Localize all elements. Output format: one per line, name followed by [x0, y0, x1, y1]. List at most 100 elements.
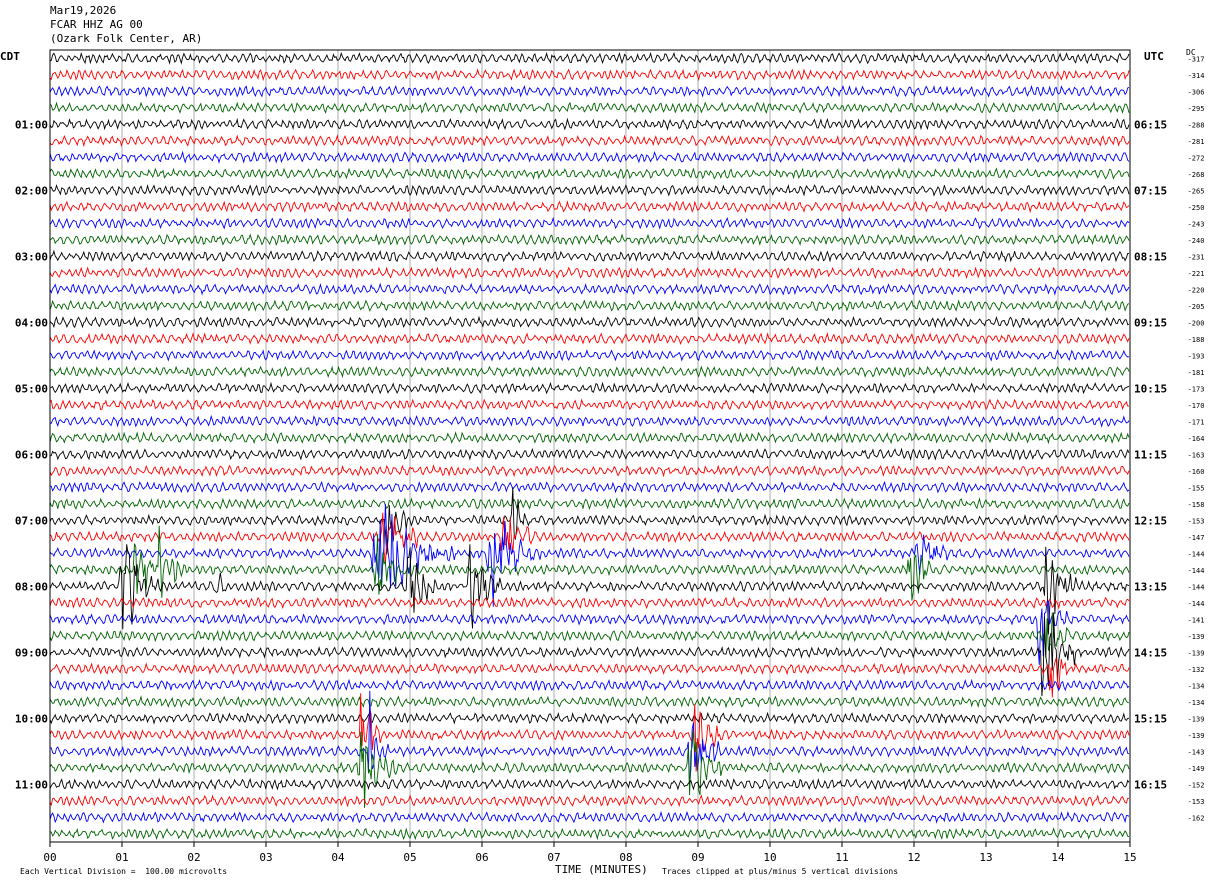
- utc-hour-label: 13:15: [1134, 580, 1167, 593]
- trace-line: [49, 51, 1130, 65]
- plot-date: Mar19,2026: [50, 4, 117, 17]
- dc-offset-label: -163: [1188, 451, 1205, 459]
- trace-line: [49, 299, 1130, 313]
- trace-line: [49, 184, 1130, 197]
- trace-line: [49, 167, 1130, 180]
- trace-line: [49, 794, 1130, 808]
- minute-grid: [121, 50, 1059, 842]
- x-tick-label: 13: [979, 851, 992, 864]
- trace-line: [49, 612, 1130, 697]
- trace-line: [49, 487, 1130, 555]
- dc-offset-label: -288: [1188, 121, 1205, 129]
- trace-line: [49, 464, 1130, 478]
- cdt-hour-label: 10:00: [15, 712, 48, 725]
- trace-line: [49, 431, 1130, 445]
- trace-line: [49, 282, 1130, 296]
- dc-offset-label: -250: [1188, 204, 1205, 212]
- trace-line: [49, 68, 1130, 82]
- x-tick-label: 09: [691, 851, 704, 864]
- dc-offset-label: -144: [1188, 550, 1205, 558]
- dc-offset-label: -143: [1188, 748, 1205, 756]
- dc-offset-label: -314: [1188, 72, 1205, 80]
- x-tick-label: 05: [403, 851, 416, 864]
- trace-line: [49, 249, 1129, 263]
- dc-offset-label: -132: [1188, 666, 1205, 674]
- trace-line: [49, 414, 1130, 428]
- utc-hour-label: 07:15: [1134, 184, 1167, 197]
- dc-offset-label: -240: [1188, 237, 1205, 245]
- utc-hour-label: 06:15: [1134, 118, 1167, 131]
- utc-hour-label: 09:15: [1134, 316, 1167, 329]
- trace-line: [49, 810, 1130, 824]
- dc-offset-label: -193: [1188, 352, 1205, 360]
- dc-offset-label: -295: [1188, 105, 1205, 113]
- trace-line: [49, 332, 1130, 346]
- utc-hour-label: 16:15: [1134, 778, 1167, 791]
- cdt-hour-label: 09:00: [15, 646, 48, 659]
- dc-offset-label: -153: [1188, 517, 1205, 525]
- x-axis-title: TIME (MINUTES): [555, 863, 648, 876]
- dc-offset-label: -200: [1188, 319, 1205, 327]
- trace-line: [49, 365, 1130, 379]
- x-tick-label: 00: [43, 851, 56, 864]
- trace-line: [49, 200, 1130, 214]
- dc-offset-label: -268: [1188, 171, 1205, 179]
- dc-offset-label: -134: [1188, 699, 1205, 707]
- x-tick-label: 15: [1123, 851, 1136, 864]
- utc-hour-label: 15:15: [1134, 712, 1167, 725]
- dc-offset-label: -144: [1188, 567, 1205, 575]
- axis-labels: 00 01 02 03 04 05 06 07 08 09 10 11 12 13 14 15-317-314…: [15, 55, 1205, 864]
- dc-offset-label: -147: [1188, 534, 1205, 542]
- dc-offset-label: -155: [1188, 484, 1205, 492]
- dc-offset-label: -281: [1188, 138, 1205, 146]
- cdt-hour-label: 11:00: [15, 778, 48, 791]
- dc-offset-label: -272: [1188, 154, 1205, 162]
- dc-offset-label: -149: [1188, 765, 1205, 773]
- trace-line: [49, 730, 1130, 809]
- trace-line: [49, 117, 1130, 131]
- x-tick-label: 03: [259, 851, 272, 864]
- clip-note: Traces clipped at plus/minus 5 vertical …: [662, 867, 899, 876]
- utc-axis-label: UTC: [1144, 50, 1164, 63]
- dc-offset-label: -243: [1188, 220, 1205, 228]
- trace-line: [49, 216, 1130, 230]
- x-tick-label: 14: [1051, 851, 1065, 864]
- trace-line: [49, 84, 1130, 98]
- seismic-traces: [49, 51, 1130, 841]
- utc-hour-label: 14:15: [1134, 646, 1167, 659]
- cdt-axis-label: CDT: [0, 50, 20, 63]
- dc-offset-label: -231: [1188, 253, 1205, 261]
- dc-offset-label: -171: [1188, 418, 1205, 426]
- x-tick-label: 06: [475, 851, 488, 864]
- trace-line: [49, 827, 1130, 841]
- dc-offset-label: -144: [1188, 583, 1205, 591]
- trace-line: [49, 693, 1130, 772]
- dc-offset-label: -139: [1188, 715, 1205, 723]
- utc-hour-label: 08:15: [1134, 250, 1167, 263]
- trace-line: [49, 398, 1130, 411]
- trace-line: [49, 134, 1130, 148]
- utc-hour-label: 12:15: [1134, 514, 1167, 527]
- trace-line: [49, 233, 1130, 246]
- trace-line: [49, 101, 1130, 115]
- dc-offset-label: -139: [1188, 633, 1205, 641]
- x-tick-label: 01: [115, 851, 128, 864]
- cdt-hour-label: 06:00: [15, 448, 48, 461]
- scale-note: Each Vertical Division = 100.00 microvol…: [20, 867, 228, 876]
- dc-offset-label: -141: [1188, 616, 1205, 624]
- trace-line: [49, 503, 1130, 607]
- trace-line: [49, 315, 1130, 329]
- trace-line: [49, 695, 1130, 709]
- trace-line: [49, 711, 1130, 725]
- x-tick-label: 02: [187, 851, 200, 864]
- dc-offset-label: -188: [1188, 336, 1205, 344]
- dc-offset-label: -162: [1188, 814, 1205, 822]
- trace-line: [49, 657, 1130, 698]
- utc-hour-label: 11:15: [1134, 448, 1167, 461]
- dc-offset-label: -134: [1188, 682, 1205, 690]
- dc-offset-label: -158: [1188, 501, 1205, 509]
- dc-offset-label: -265: [1188, 187, 1205, 195]
- dc-offset-label: -160: [1188, 468, 1205, 476]
- trace-line: [49, 777, 1130, 791]
- trace-line: [49, 447, 1130, 461]
